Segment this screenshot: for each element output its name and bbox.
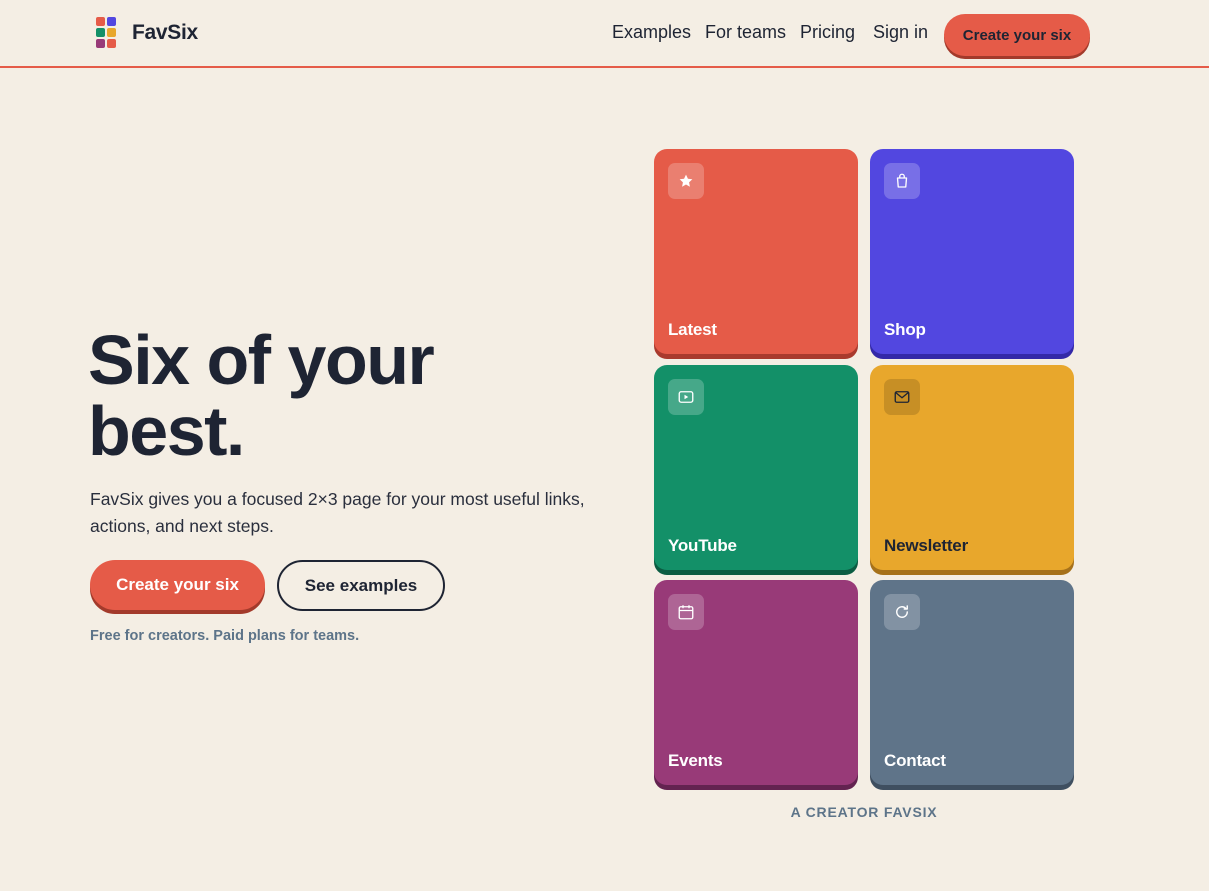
logo-square: [96, 28, 105, 37]
tile-events[interactable]: Events: [654, 580, 858, 785]
logo-square: [96, 17, 105, 26]
tile-label: Shop: [884, 320, 926, 339]
brand-name: FavSix: [132, 20, 198, 44]
logo[interactable]: FavSix: [96, 17, 198, 48]
hero-title-line: best.: [88, 392, 245, 470]
hero-subtitle-line: FavSix gives you a focused 2×3 page for …: [90, 489, 585, 509]
tile-shop[interactable]: Shop: [870, 149, 1074, 354]
tile-latest[interactable]: Latest: [654, 149, 858, 354]
tile-youtube[interactable]: YouTube: [654, 365, 858, 570]
see-examples-button[interactable]: See examples: [277, 560, 445, 611]
tile-label: Events: [668, 751, 723, 770]
logo-square: [107, 17, 116, 26]
tile-label: Newsletter: [884, 536, 968, 555]
nav-link-pricing[interactable]: Pricing: [800, 22, 855, 43]
site-header: FavSix Examples For teams Pricing Sign i…: [0, 0, 1209, 68]
hero-subtitle: FavSix gives you a focused 2×3 page for …: [90, 486, 610, 540]
tile-label: Latest: [668, 320, 717, 339]
play-icon: [668, 379, 704, 415]
hero-subtitle-line: actions, and next steps.: [90, 516, 274, 536]
nav-link-examples[interactable]: Examples: [612, 22, 691, 43]
tile-label: YouTube: [668, 536, 737, 555]
grid-caption: A CREATOR FAVSIX: [790, 804, 938, 820]
tile-label: Contact: [884, 751, 946, 770]
star-icon: [668, 163, 704, 199]
hero-title-line: Six of your: [88, 321, 435, 399]
refresh-icon: [884, 594, 920, 630]
logo-square: [107, 39, 116, 48]
shopping-bag-icon: [884, 163, 920, 199]
logo-square: [96, 39, 105, 48]
tile-newsletter[interactable]: Newsletter: [870, 365, 1074, 570]
logo-grid-icon: [96, 17, 116, 48]
create-your-six-button[interactable]: Create your six: [90, 560, 265, 610]
calendar-icon: [668, 594, 704, 630]
hero-title: Six of your best.: [88, 325, 435, 470]
create-your-six-nav-button[interactable]: Create your six: [944, 14, 1090, 56]
tile-contact[interactable]: Contact: [870, 580, 1074, 785]
nav-link-sign-in[interactable]: Sign in: [873, 22, 928, 43]
mail-icon: [884, 379, 920, 415]
pricing-note: Free for creators. Paid plans for teams.: [90, 628, 360, 644]
logo-square: [107, 28, 116, 37]
nav-link-for-teams[interactable]: For teams: [705, 22, 786, 43]
